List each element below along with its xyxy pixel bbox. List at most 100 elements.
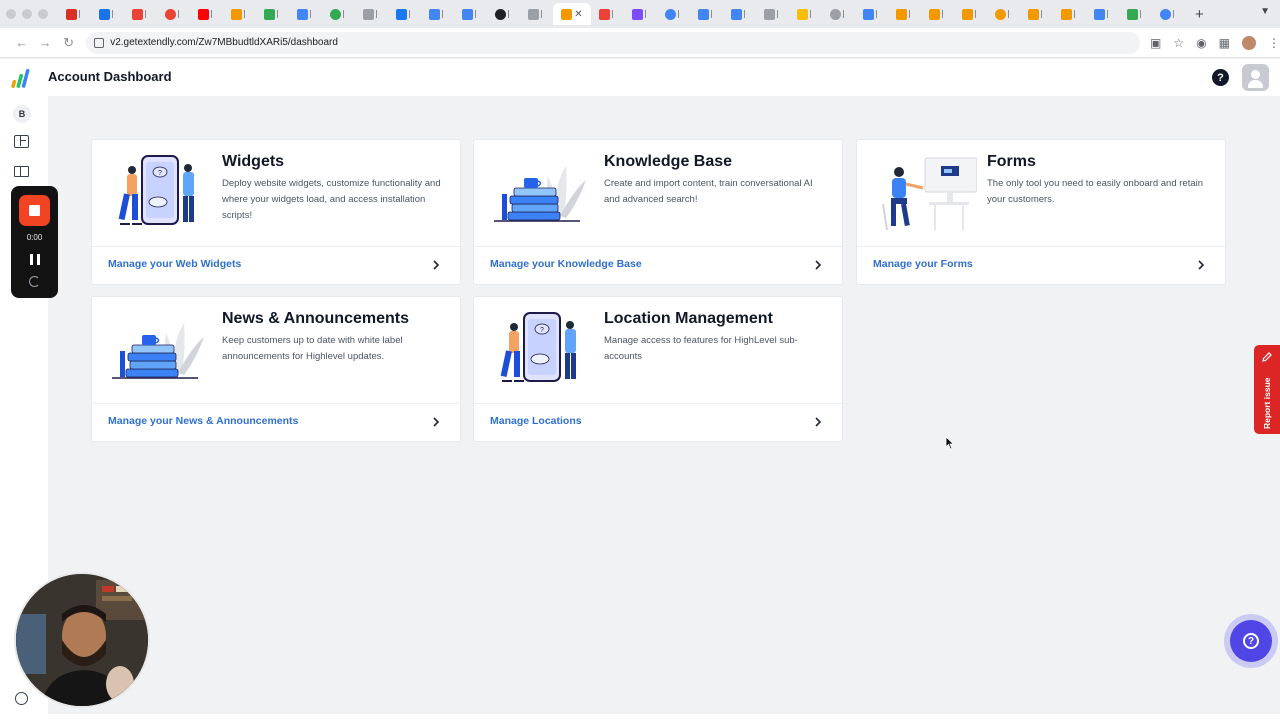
tab-favicon-icon [66,8,77,20]
reload-icon[interactable]: ↻ [57,35,80,51]
layout-icon[interactable] [14,135,29,148]
question-icon: ? [1243,633,1259,649]
browser-toolbar: ← → ↻ v2.getextendly.com/Zw7MBbudtldXARi… [0,28,1280,58]
browser-tab[interactable] [58,3,91,25]
account-switcher[interactable]: B [13,105,31,123]
browser-tab[interactable] [1020,3,1053,25]
url-bar[interactable]: v2.getextendly.com/Zw7MBbudtldXARi5/dash… [86,31,1141,54]
browser-tab[interactable] [190,3,223,25]
browser-tab[interactable] [756,3,789,25]
help-chat-button[interactable]: ? [1224,614,1278,668]
tab-favicon-icon [99,8,110,20]
chevron-right-icon[interactable] [814,258,822,270]
card-manage-link[interactable]: Manage your Web Widgets [108,258,241,270]
restart-icon[interactable] [29,276,40,287]
browser-menu-icon[interactable]: ⋮ [1268,36,1280,50]
profile-avatar[interactable] [1241,35,1256,50]
tab-separator [843,10,847,18]
new-tab-icon[interactable]: + [1195,6,1204,23]
browser-tab[interactable] [520,3,553,25]
browser-tab[interactable] [822,3,855,25]
browser-tab[interactable] [157,3,190,25]
bookmark-star-icon[interactable]: ☆ [1173,36,1184,50]
browser-tab[interactable] [355,3,388,25]
browser-tab[interactable] [487,3,520,25]
card-title: Widgets [222,153,285,170]
browser-tab[interactable] [1119,3,1152,25]
browser-tab[interactable] [124,3,157,25]
card-divider [92,403,460,404]
card-description: Manage access to features for HighLevel … [604,335,798,362]
card-manage-link[interactable]: Manage Locations [490,415,582,427]
phone-people-illustration: ? [494,311,594,391]
tab-close-icon[interactable]: ✕ [574,9,582,20]
tab-favicon-icon [1094,8,1105,20]
window-controls[interactable] [6,9,48,19]
tab-separator [376,10,380,18]
browser-tab[interactable] [421,3,454,25]
browser-tab[interactable] [91,3,124,25]
browser-tab[interactable] [624,3,657,25]
book-icon[interactable] [14,166,29,177]
tab-separator [1008,10,1012,18]
app-logo[interactable] [11,67,33,89]
browser-tab[interactable]: ✕ [553,3,591,25]
site-info-icon[interactable] [94,37,105,48]
settings-icon[interactable] [15,692,28,705]
browser-tab[interactable] [789,3,822,25]
chevron-right-icon[interactable] [432,258,440,270]
tab-separator [678,10,682,18]
tab-favicon-icon [198,8,209,20]
browser-tab[interactable] [388,3,421,25]
browser-tab[interactable] [1152,3,1185,25]
browser-tab[interactable] [954,3,987,25]
tab-separator [909,10,913,18]
card-description: The only tool you need to easily onboard… [987,178,1204,205]
card-manage-link[interactable]: Manage your News & Announcements [108,415,298,427]
report-issue-button[interactable]: Report issue [1254,345,1280,434]
recording-timer: 0:00 [26,233,43,242]
tab-favicon-icon [797,8,808,20]
tab-favicon-icon [231,8,242,20]
browser-tab[interactable] [987,3,1020,25]
browser-tab[interactable] [1053,3,1086,25]
tab-separator [541,10,545,18]
browser-tab[interactable] [591,3,624,25]
extension-icon[interactable]: ◉ [1196,36,1206,50]
feature-card: ? Location Management Manage access to fea… [473,296,843,442]
back-icon[interactable]: ← [10,35,33,50]
browser-tab[interactable] [454,3,487,25]
tab-separator [475,10,479,18]
extensions-puzzle-icon[interactable]: ▦ [1219,36,1230,50]
browser-tab[interactable] [855,3,888,25]
stop-recording-button[interactable] [19,195,50,226]
tab-favicon-icon [929,8,940,20]
browser-tab[interactable] [921,3,954,25]
chevron-right-icon[interactable] [814,415,822,427]
install-icon[interactable]: ▣ [1150,36,1161,50]
tab-separator [1041,10,1045,18]
chevron-right-icon[interactable] [432,415,440,427]
help-icon[interactable]: ? [1212,69,1229,86]
browser-tab[interactable] [289,3,322,25]
card-manage-link[interactable]: Manage your Forms [873,258,973,270]
tab-favicon-icon [599,8,610,20]
browser-tab[interactable] [1086,3,1119,25]
tab-separator [711,10,715,18]
tab-separator [876,10,880,18]
forward-icon[interactable]: → [33,35,56,50]
browser-tab[interactable] [657,3,690,25]
browser-tab[interactable] [256,3,289,25]
browser-tab[interactable] [322,3,355,25]
page-footer-strip [48,714,1280,720]
user-avatar-icon[interactable] [1242,64,1269,91]
card-manage-link[interactable]: Manage your Knowledge Base [490,258,642,270]
chevron-right-icon[interactable] [1197,258,1205,270]
tab-favicon-icon [1028,8,1039,20]
browser-tab[interactable] [223,3,256,25]
tab-search-icon[interactable]: ▼ [1260,6,1270,17]
browser-tab[interactable] [888,3,921,25]
browser-tab[interactable] [723,3,756,25]
pause-icon[interactable] [30,254,40,265]
browser-tab[interactable] [690,3,723,25]
